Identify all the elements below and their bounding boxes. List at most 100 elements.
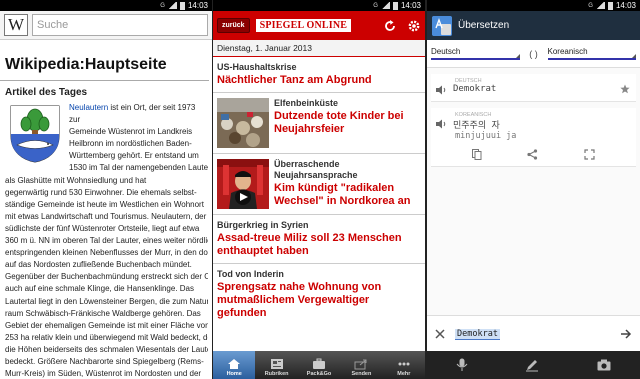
network-indicator: G (160, 2, 165, 9)
copy-icon[interactable] (471, 149, 482, 160)
article-link[interactable]: Neulautern (69, 103, 108, 112)
news-headline[interactable]: Kim kündigt "radikalen Wechsel" in Nordk… (274, 182, 421, 208)
star-icon[interactable] (620, 84, 630, 94)
article-line: auch auf eine schmale Klinge, die Hansen… (5, 284, 195, 294)
news-item[interactable]: Tod von Inderin Sprengsatz nahe Wohnung … (213, 264, 425, 325)
signal-icon (167, 2, 177, 9)
article-line: Gemeinde Wüstenrot im Landkreis (69, 127, 193, 137)
date-line: Dienstag, 1. Januar 2013 (213, 40, 425, 57)
news-thumbnail[interactable] (217, 159, 269, 209)
tab-pack-and-go[interactable]: Pack&Go (298, 351, 340, 379)
speaker-icon[interactable] (435, 119, 447, 129)
handwriting-pen-icon[interactable] (525, 358, 539, 372)
news-kicker: Überraschende Neujahrsansprache (274, 159, 358, 180)
target-language-select[interactable]: Koreanisch (547, 47, 636, 60)
source-language-select[interactable]: Deutsch (431, 47, 520, 60)
share-arrow-icon (354, 359, 367, 370)
tab-home[interactable]: Home (213, 351, 256, 379)
swap-languages-button[interactable]: ( ) (520, 49, 548, 59)
article-line: Heilbronn im nordöstlichen Baden- (69, 139, 192, 149)
tab-label: Mehr (397, 371, 411, 377)
refresh-icon[interactable] (383, 19, 397, 33)
wikipedia-screen: G 14:03 W Suche Wikipedia:Hauptseite Art… (0, 0, 212, 379)
status-bar: G 14:03 (427, 0, 640, 11)
tab-mehr[interactable]: Mehr (383, 351, 425, 379)
page-title: Wikipedia:Hauptseite (0, 40, 209, 81)
signal-icon (380, 2, 390, 9)
news-thumbnail[interactable] (217, 98, 269, 148)
article-line: südlichste der fünf Wüstenroter Ortsteil… (5, 223, 200, 233)
news-headline[interactable]: Nächtlicher Tanz am Abgrund (217, 74, 421, 87)
app-title: Übersetzen (458, 20, 510, 31)
translate-screen: G 14:03 Übersetzen Deutsch ( ) Koreanisc… (427, 0, 640, 379)
article-line: raum Schwäbisch-Fränkische Waldberge geh… (5, 308, 201, 318)
home-icon (228, 359, 241, 369)
microphone-icon[interactable] (456, 358, 468, 372)
translate-input[interactable]: Demokrat (455, 328, 610, 340)
camera-icon[interactable] (597, 359, 611, 371)
tab-label: Senden (351, 371, 372, 377)
news-item[interactable]: Bürgerkrieg in Syrien Assad-treue Miliz … (213, 215, 425, 264)
battery-icon (179, 1, 185, 10)
news-item[interactable]: US-Haushaltskrise Nächtlicher Tanz am Ab… (213, 57, 425, 93)
bottom-tab-bar: Home Rubriken Pack&Go Senden Mehr (213, 351, 425, 379)
newspaper-icon (270, 359, 283, 369)
settings-gear-icon[interactable] (407, 19, 421, 33)
news-item[interactable]: Elfenbeinküste Dutzende tote Kinder bei … (213, 93, 425, 154)
translated-text: 민주주의 자 (453, 121, 500, 131)
submit-arrow-icon[interactable] (620, 328, 632, 339)
back-button[interactable]: zurück (217, 18, 250, 33)
news-headline[interactable]: Assad-treue Miliz soll 23 Menschen entha… (217, 232, 421, 258)
result-actions (435, 141, 632, 160)
article-line: 360 m ü. NN im oberen Tal der Lauter, ei… (5, 236, 208, 246)
suitcase-icon (313, 358, 326, 369)
fullscreen-icon[interactable] (584, 149, 595, 160)
source-card: DEUTSCH Demokrat (431, 74, 636, 102)
news-item[interactable]: Überraschende Neujahrsansprache Kim künd… (213, 154, 425, 215)
speaker-icon[interactable] (435, 85, 447, 95)
wikipedia-toolbar: W Suche (0, 11, 212, 40)
news-headline[interactable]: Sprengsatz nahe Wohnung von mutmaßlichem… (217, 281, 421, 320)
article-line: mit etwas Landwirtschaft und Tourismus. … (5, 211, 207, 221)
article-line: entspringenden kleinen Nebenflusses der … (5, 248, 208, 258)
romanization: minjujuui ja (455, 131, 517, 141)
article-line: Württemberg gehört. Er entstand um (69, 151, 199, 161)
news-kicker: Elfenbeinküste (274, 98, 339, 108)
article-line: die Höhen beiderseits des schmalen Wiese… (5, 344, 208, 354)
input-mode-bar (427, 351, 640, 379)
article-line: gegenwärtig rund 530 Einwohner. Die ehem… (5, 187, 197, 197)
battery-icon (392, 1, 398, 10)
wikipedia-logo[interactable]: W (4, 14, 28, 36)
translate-toolbar: Übersetzen (427, 11, 640, 40)
article-line: als Glashütte mit Wohnsiedlung und hat (5, 175, 147, 185)
tab-label: Pack&Go (306, 371, 332, 377)
clock: 14:03 (187, 1, 208, 10)
spiegel-logo: SPIEGEL ONLINE (255, 19, 352, 32)
section-title: Artikel des Tages (5, 87, 88, 98)
article-line: Lautertal liegt in den Löwensteiner Berg… (5, 296, 208, 306)
status-bar: G 14:03 (0, 0, 212, 11)
translate-logo-icon[interactable] (432, 15, 452, 36)
input-text: Demokrat (455, 328, 500, 340)
article-line: Gebiet der ehemaligen Gemeinde ist mit e… (5, 320, 208, 330)
article-line: auf das Nordosten zufließende Buchenbach… (5, 260, 192, 270)
search-input[interactable]: Suche (32, 14, 208, 36)
signal-icon (595, 2, 605, 9)
news-kicker: Tod von Inderin (217, 269, 284, 279)
article-line: Murr-Kreis) im Süden, Wüstenrot im Nordo… (5, 369, 202, 379)
tab-senden[interactable]: Senden (340, 351, 382, 379)
article-line: ständige Gemeinde ist heute im Westliche… (5, 199, 204, 209)
share-icon[interactable] (527, 149, 538, 160)
clear-icon[interactable] (435, 328, 445, 339)
coat-of-arms-image[interactable] (7, 104, 63, 164)
translation-card: KOREANISCH 민주주의 자 minjujuui ja (431, 108, 636, 167)
network-indicator: G (588, 2, 593, 9)
clock: 14:03 (400, 1, 421, 10)
news-kicker: US-Haushaltskrise (217, 62, 297, 72)
article-line: bedeckt. Größere Nachbarorte sind Spiege… (5, 356, 204, 366)
tab-rubriken[interactable]: Rubriken (255, 351, 297, 379)
news-headline[interactable]: Dutzende tote Kinder bei Neujahrsfeier (274, 110, 421, 136)
article-line: 253 ha relativ klein und überwiegend mit… (5, 332, 208, 342)
spiegel-screen: G 14:03 zurück SPIEGEL ONLINE Dienstag, … (213, 0, 425, 379)
status-bar: G 14:03 (213, 0, 425, 11)
